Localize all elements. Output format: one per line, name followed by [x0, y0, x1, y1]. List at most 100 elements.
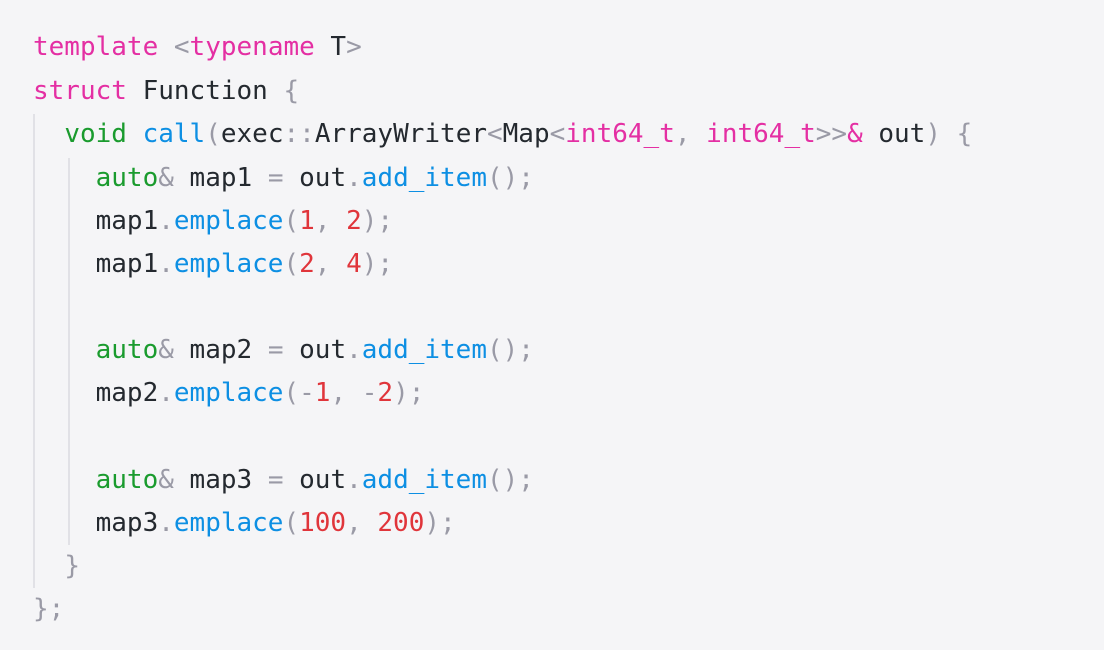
- code-token: {: [283, 76, 300, 106]
- code-token: Map: [502, 119, 550, 149]
- code-token: };: [33, 594, 65, 624]
- code-token: .: [346, 335, 362, 365]
- code-token: emplace: [173, 249, 284, 279]
- code-token: 1: [314, 378, 331, 408]
- code-token: ();: [487, 465, 534, 495]
- code-token: 200: [377, 508, 425, 538]
- code-token: out: [283, 163, 347, 193]
- code-token: map3: [33, 508, 159, 538]
- code-token: add_item: [361, 465, 487, 495]
- code-token: .: [158, 206, 174, 236]
- code-token: =: [267, 335, 284, 365]
- code-token: ArrayWriter: [314, 119, 487, 149]
- code-token: =: [267, 163, 284, 193]
- code-token: );: [361, 206, 394, 236]
- code-token: >: [346, 32, 362, 62]
- code-block: template <typename T> struct Function { v…: [0, 0, 1104, 650]
- code-token: 2: [299, 249, 315, 279]
- code-token: ,: [346, 508, 378, 538]
- code-line-13: }: [33, 546, 80, 586]
- code-token: int64_t: [565, 119, 675, 149]
- code-token: map1: [33, 249, 159, 279]
- code-token: .: [158, 508, 174, 538]
- code-token: =: [267, 465, 284, 495]
- code-token: map3: [173, 465, 268, 495]
- code-token: );: [393, 378, 425, 408]
- code-token: <: [549, 119, 566, 149]
- code-line-8: auto& map2 = out.add_item();: [33, 330, 534, 370]
- code-token: map1: [173, 163, 268, 193]
- code-token: exec: [220, 119, 284, 149]
- code-token: 2: [377, 378, 394, 408]
- code-line-3: void call(exec::ArrayWriter<Map<int64_t,…: [33, 114, 972, 154]
- code-token: ,: [314, 249, 347, 279]
- code-token: auto: [95, 465, 159, 495]
- code-token: ::: [283, 119, 315, 149]
- code-token: (: [283, 508, 300, 538]
- code-token: ();: [487, 335, 534, 365]
- code-token: emplace: [173, 508, 284, 538]
- code-token: add_item: [361, 335, 487, 365]
- code-token: T: [314, 32, 347, 62]
- code-line-4: auto& map1 = out.add_item();: [33, 158, 534, 198]
- code-token: 2: [346, 206, 362, 236]
- code-token: }: [64, 551, 80, 581]
- code-token: ,: [314, 206, 347, 236]
- code-token: .: [158, 378, 174, 408]
- code-line-5: map1.emplace(1, 2);: [33, 201, 393, 241]
- code-token: .: [346, 465, 362, 495]
- code-token: Function: [126, 76, 284, 106]
- code-token: &: [847, 119, 863, 149]
- code-token: );: [424, 508, 456, 538]
- code-token: >>: [815, 119, 848, 149]
- code-token: void: [64, 119, 127, 149]
- code-token: <: [487, 119, 503, 149]
- code-token: out: [862, 119, 926, 149]
- code-token: struct: [33, 76, 127, 106]
- code-token: add_item: [361, 163, 487, 193]
- code-token: <: [173, 32, 190, 62]
- code-token: typename: [189, 32, 315, 62]
- code-line-6: map1.emplace(2, 4);: [33, 244, 393, 284]
- code-token: out: [283, 465, 347, 495]
- code-token: .: [346, 163, 362, 193]
- code-token: template: [33, 32, 159, 62]
- code-token: ) {: [925, 119, 973, 149]
- code-token: int64_t: [706, 119, 816, 149]
- code-line-9: map2.emplace(-1, -2);: [33, 373, 425, 413]
- code-token: emplace: [173, 378, 284, 408]
- code-token: &: [158, 335, 174, 365]
- code-line-14: };: [33, 589, 64, 629]
- code-line-2: struct Function {: [33, 71, 299, 111]
- code-line-1: template <typename T>: [33, 27, 362, 67]
- code-token: auto: [95, 335, 159, 365]
- code-token: auto: [95, 163, 159, 193]
- code-token: 1: [299, 206, 315, 236]
- code-token: map2: [173, 335, 268, 365]
- code-token: call: [142, 119, 206, 149]
- code-token: -: [361, 378, 378, 408]
- code-token: map2: [33, 378, 159, 408]
- code-token: );: [361, 249, 394, 279]
- code-token: 4: [346, 249, 362, 279]
- code-token: ,: [330, 378, 362, 408]
- code-token: ,: [674, 119, 707, 149]
- code-line-11: auto& map3 = out.add_item();: [33, 460, 534, 500]
- code-token: .: [158, 249, 174, 279]
- code-token: (: [283, 249, 300, 279]
- code-token: map1: [33, 206, 159, 236]
- code-token: (: [205, 119, 221, 149]
- code-token: (: [283, 378, 300, 408]
- code-token: ();: [487, 163, 534, 193]
- code-token: out: [283, 335, 347, 365]
- code-token: 100: [299, 508, 347, 538]
- code-token: &: [158, 465, 174, 495]
- code-line-12: map3.emplace(100, 200);: [33, 503, 456, 543]
